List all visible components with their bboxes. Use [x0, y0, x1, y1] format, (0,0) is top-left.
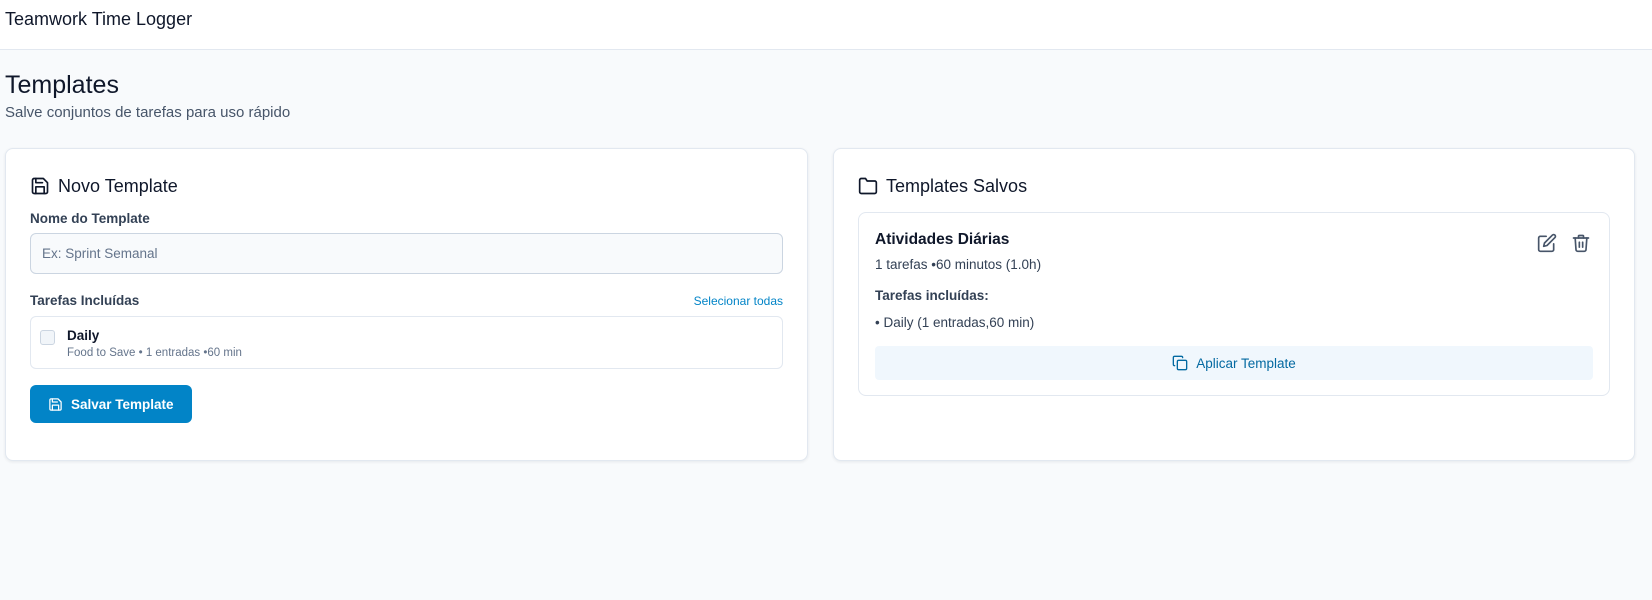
cards-row: Novo Template Nome do Template Tarefas I…: [5, 148, 1647, 461]
new-template-title: Novo Template: [58, 175, 178, 196]
edit-icon[interactable]: [1537, 233, 1557, 253]
new-template-card: Novo Template Nome do Template Tarefas I…: [5, 148, 808, 461]
tasks-row: Tarefas Incluídas Selecionar todas: [30, 293, 783, 308]
save-icon: [30, 176, 50, 196]
saved-template-name: Atividades Diárias: [875, 231, 1010, 248]
main-content: Templates Salve conjuntos de tarefas par…: [0, 50, 1652, 461]
task-list-item: Daily Food to Save • 1 entradas •60 min: [30, 316, 783, 369]
included-task-item: • Daily (1 entradas,60 min): [875, 315, 1035, 330]
saved-template-item: Atividades Diárias 1 tarefas •60 minutos…: [858, 212, 1610, 396]
task-meta: Food to Save • 1 entradas •60 min: [67, 347, 242, 359]
page-title: Templates: [5, 71, 119, 99]
save-template-label: Salvar Template: [71, 396, 174, 412]
app-title: Teamwork Time Logger: [5, 9, 193, 29]
trash-icon[interactable]: [1571, 233, 1591, 253]
top-bar: Teamwork Time Logger: [0, 0, 1652, 50]
page-subtitle: Salve conjuntos de tarefas para uso rápi…: [5, 104, 291, 121]
save-template-button[interactable]: Salvar Template: [30, 385, 192, 423]
template-name-input[interactable]: [30, 233, 783, 274]
new-template-header: Novo Template: [30, 173, 783, 199]
copy-icon: [1172, 355, 1188, 371]
saved-templates-title: Templates Salvos: [886, 175, 1028, 196]
template-name-label: Nome do Template: [30, 211, 150, 226]
apply-template-label: Aplicar Template: [1196, 355, 1296, 371]
task-checkbox[interactable]: [40, 330, 55, 345]
saved-template-meta: 1 tarefas •60 minutos (1.0h): [875, 257, 1042, 272]
tasks-label: Tarefas Incluídas: [30, 293, 140, 308]
saved-templates-header: Templates Salvos: [858, 173, 1610, 199]
select-all-link[interactable]: Selecionar todas: [694, 294, 783, 308]
task-name: Daily: [67, 328, 100, 343]
saved-template-actions: [1537, 233, 1591, 253]
folder-icon: [858, 176, 878, 196]
saved-templates-card: Templates Salvos Atividades Diárias 1 ta…: [833, 148, 1635, 461]
task-info: Daily Food to Save • 1 entradas •60 min: [67, 327, 242, 359]
apply-template-button[interactable]: Aplicar Template: [875, 346, 1593, 380]
save-icon: [48, 397, 63, 412]
included-tasks-label: Tarefas incluídas:: [875, 288, 989, 303]
